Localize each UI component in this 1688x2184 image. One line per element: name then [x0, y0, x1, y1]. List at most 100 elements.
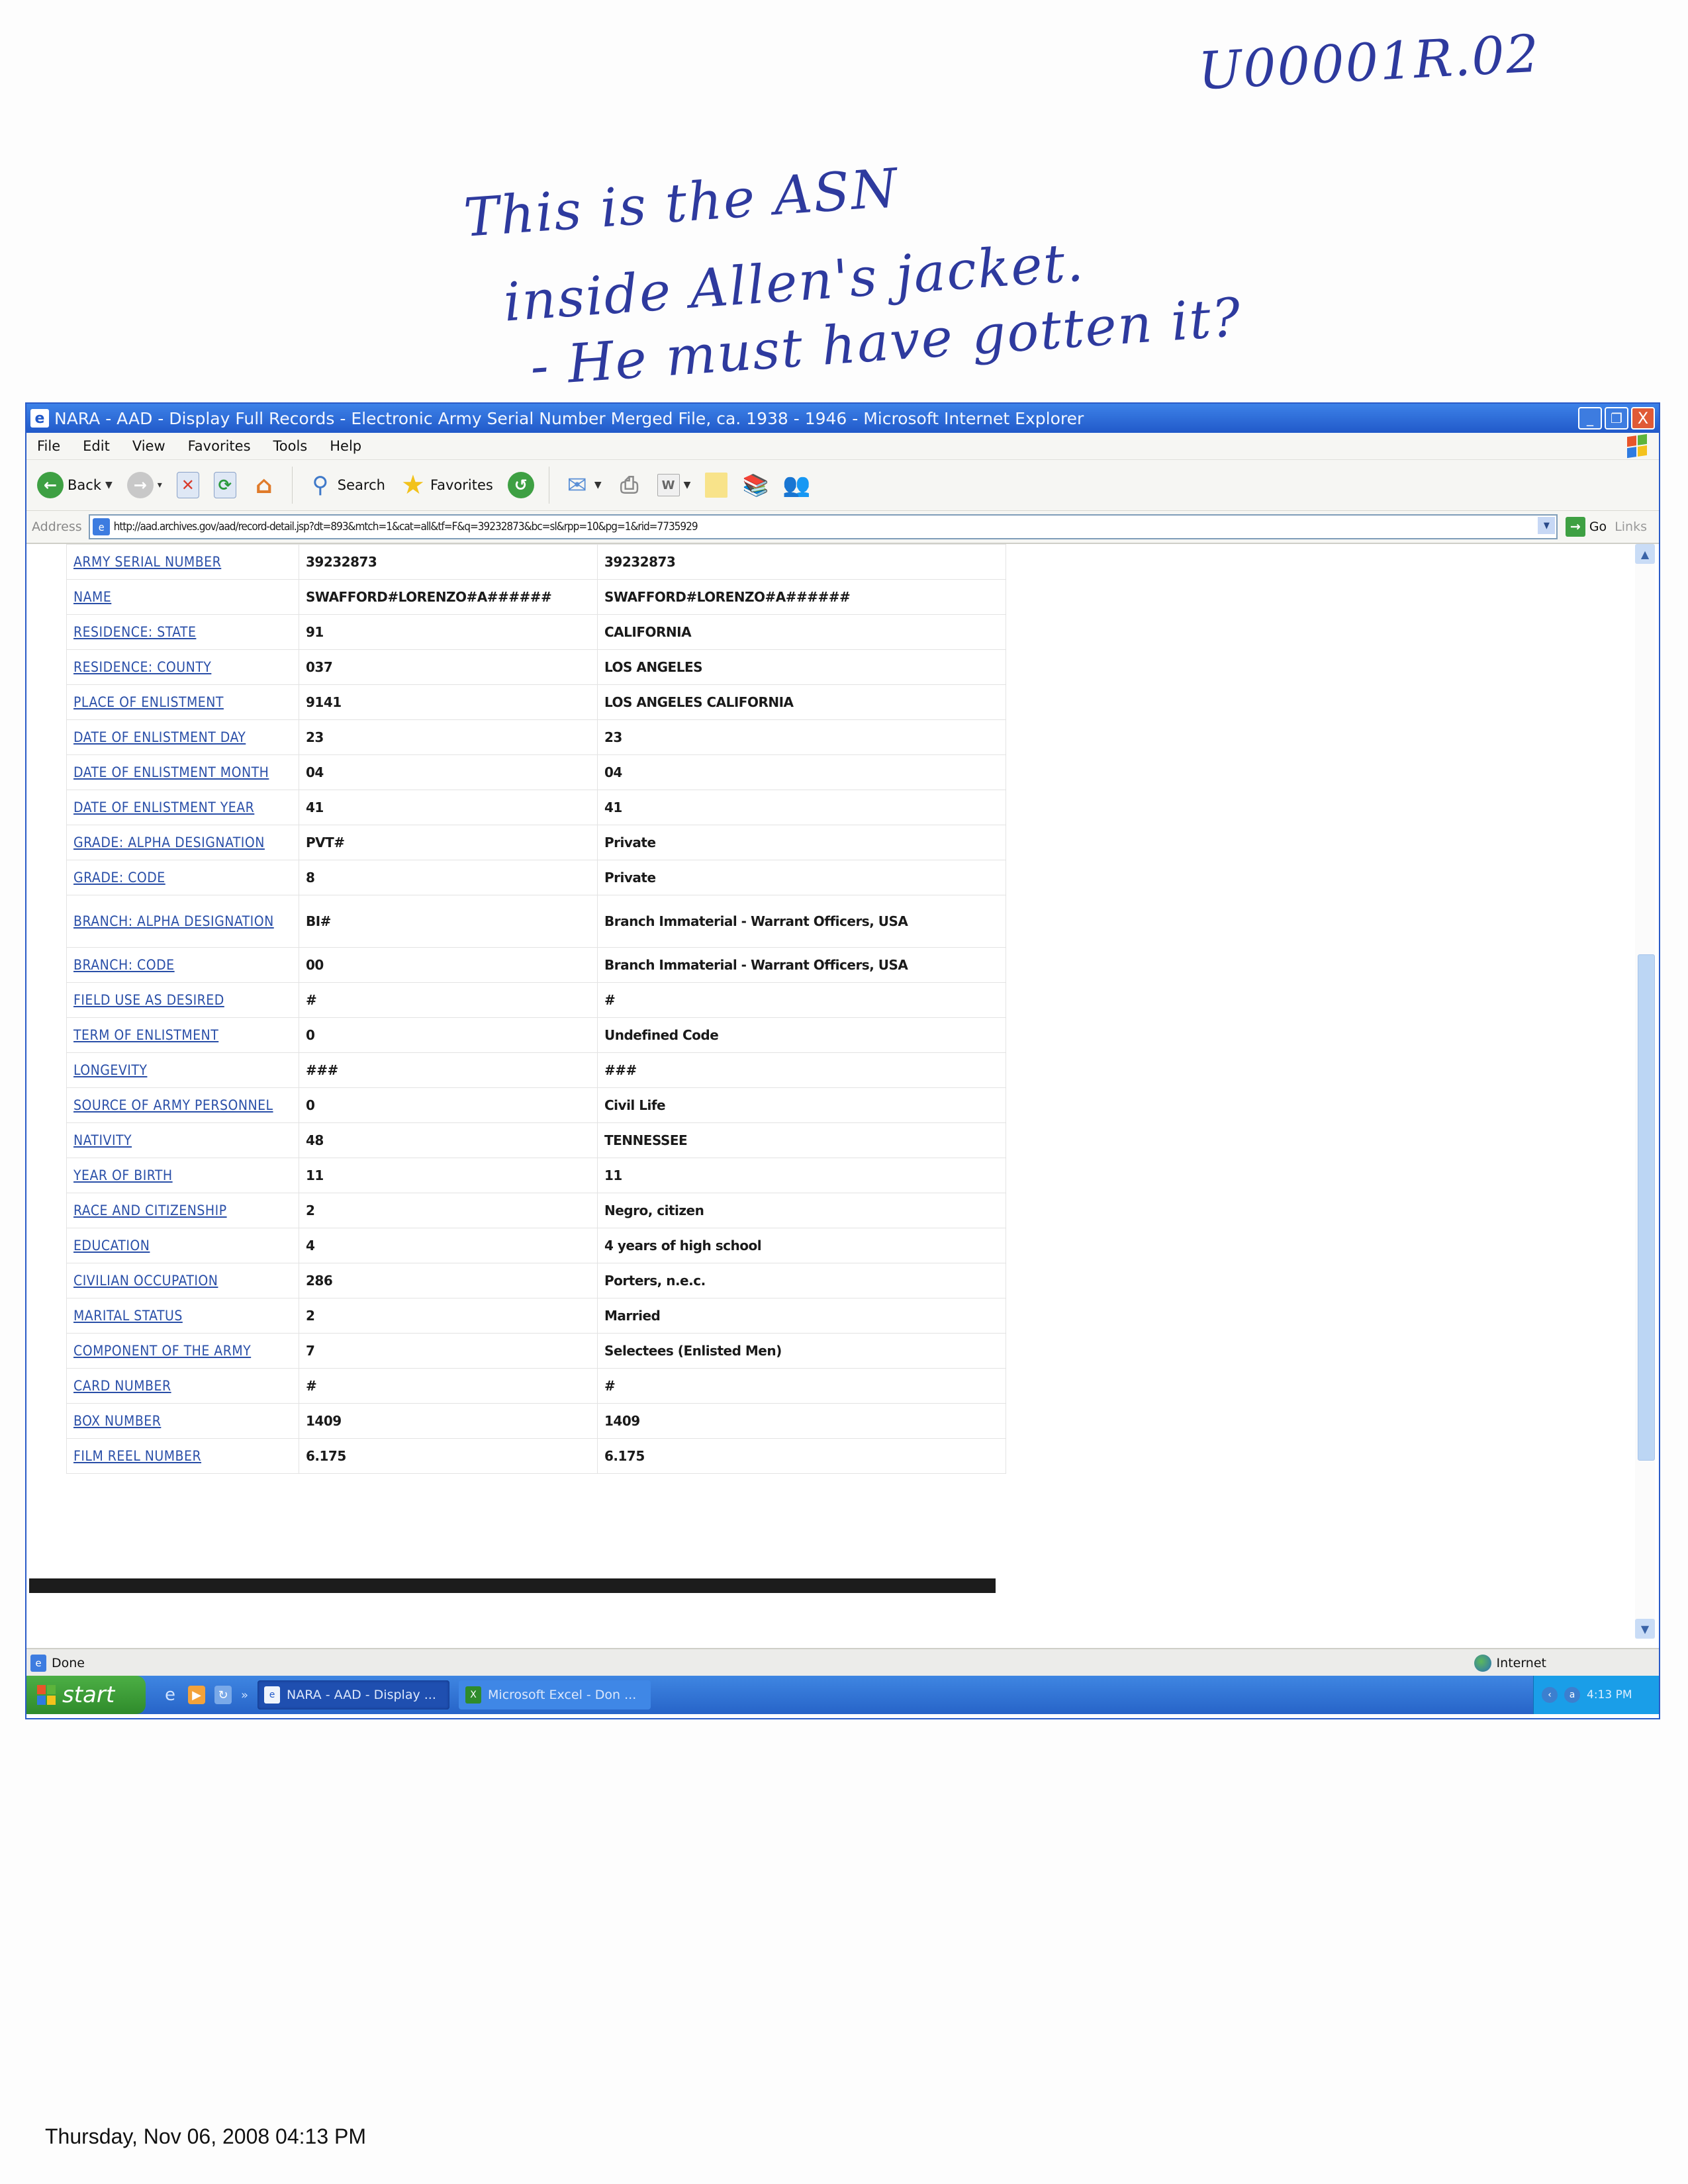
- code-value: PVT#: [306, 835, 345, 850]
- field-name-link[interactable]: NATIVITY: [73, 1132, 132, 1148]
- field-name-link[interactable]: GRADE: ALPHA DESIGNATION: [73, 835, 265, 850]
- ie-icon: e: [264, 1686, 281, 1704]
- scroll-down-button[interactable]: ▼: [1635, 1619, 1655, 1639]
- field-name-cell: SOURCE OF ARMY PERSONNEL: [66, 1087, 299, 1123]
- code-cell: ###: [299, 1052, 598, 1088]
- meaning-value: 39232873: [604, 554, 676, 570]
- field-name-link[interactable]: EDUCATION: [73, 1238, 150, 1253]
- field-name-cell: FIELD USE AS DESIRED: [66, 982, 299, 1018]
- tray-app-icon[interactable]: a: [1564, 1687, 1580, 1703]
- field-name-link[interactable]: FIELD USE AS DESIRED: [73, 992, 224, 1008]
- menu-tools[interactable]: Tools: [273, 438, 308, 454]
- field-name-link[interactable]: TERM OF ENLISTMENT: [73, 1027, 218, 1043]
- horizontal-scrollbar[interactable]: [29, 1578, 996, 1593]
- search-label: Search: [337, 477, 385, 493]
- field-name-link[interactable]: CIVILIAN OCCUPATION: [73, 1273, 218, 1289]
- code-value: 4: [306, 1238, 315, 1253]
- field-name-link[interactable]: DATE OF ENLISTMENT YEAR: [73, 799, 254, 815]
- field-name-cell: ARMY SERIAL NUMBER: [66, 544, 299, 580]
- field-name-link[interactable]: LONGEVITY: [73, 1062, 147, 1078]
- meaning-cell: Selectees (Enlisted Men): [597, 1333, 1006, 1369]
- code-cell: 4: [299, 1228, 598, 1263]
- code-value: 1409: [306, 1413, 342, 1429]
- field-name-link[interactable]: RESIDENCE: COUNTY: [73, 659, 211, 675]
- forward-dropdown-icon[interactable]: ▾: [158, 480, 162, 490]
- discuss-button[interactable]: [701, 473, 731, 498]
- field-name-link[interactable]: BRANCH: CODE: [73, 957, 175, 973]
- field-name-link[interactable]: MARITAL STATUS: [73, 1308, 183, 1324]
- field-name-link[interactable]: FILM REEL NUMBER: [73, 1448, 201, 1464]
- edit-page-icon: W: [657, 474, 680, 496]
- go-label: Go: [1589, 520, 1607, 534]
- field-name-link[interactable]: DATE OF ENLISTMENT DAY: [73, 729, 246, 745]
- print-button[interactable]: ⎙: [612, 472, 647, 498]
- links-button[interactable]: Links: [1615, 520, 1647, 534]
- field-name-link[interactable]: ARMY SERIAL NUMBER: [73, 554, 221, 570]
- forward-button[interactable]: → ▾: [123, 472, 166, 498]
- tray-expand-icon[interactable]: ‹: [1542, 1687, 1558, 1703]
- code-value: #: [306, 1378, 317, 1394]
- quicklaunch-more-icon[interactable]: »: [241, 1688, 248, 1702]
- field-name-link[interactable]: BRANCH: ALPHA DESIGNATION: [73, 913, 274, 929]
- field-name-link[interactable]: DATE OF ENLISTMENT MONTH: [73, 764, 269, 780]
- taskbar-item-ie[interactable]: e NARA - AAD - Display ...: [258, 1680, 450, 1709]
- field-name-link[interactable]: SOURCE OF ARMY PERSONNEL: [73, 1097, 273, 1113]
- field-name-link[interactable]: NAME: [73, 589, 111, 605]
- code-cell: #: [299, 1368, 598, 1404]
- meaning-cell: 1409: [597, 1403, 1006, 1439]
- meaning-value: 4 years of high school: [604, 1238, 762, 1253]
- address-dropdown-icon[interactable]: ▼: [1537, 517, 1555, 534]
- restore-button[interactable]: ❐: [1605, 407, 1628, 430]
- menu-help[interactable]: Help: [330, 438, 361, 454]
- field-name-cell: COMPONENT OF THE ARMY: [66, 1333, 299, 1369]
- edit-button[interactable]: W ▼: [653, 474, 695, 496]
- history-button[interactable]: ↺: [504, 472, 538, 498]
- field-name-link[interactable]: BOX NUMBER: [73, 1413, 161, 1429]
- mail-button[interactable]: ✉ ▼: [560, 472, 606, 499]
- menu-file[interactable]: File: [37, 438, 60, 454]
- messenger-button[interactable]: 👥: [779, 472, 814, 498]
- windows-logo-icon: [1627, 433, 1647, 459]
- research-button[interactable]: 📚: [738, 472, 773, 498]
- edit-dropdown-icon[interactable]: ▼: [684, 480, 691, 490]
- record-row: CARD NUMBER # #: [66, 1368, 1006, 1404]
- ie-quicklaunch-icon[interactable]: e: [162, 1685, 179, 1705]
- field-name-link[interactable]: GRADE: CODE: [73, 870, 165, 886]
- taskbar-item-excel[interactable]: X Microsoft Excel - Don ...: [459, 1680, 651, 1709]
- scrollbar-thumb[interactable]: [1638, 954, 1655, 1461]
- back-button[interactable]: ← Back ▼: [33, 472, 117, 498]
- field-name-link[interactable]: RESIDENCE: STATE: [73, 624, 196, 640]
- stop-button[interactable]: ✕: [173, 472, 203, 498]
- home-button[interactable]: ⌂: [247, 472, 281, 499]
- close-button[interactable]: X: [1631, 407, 1655, 430]
- refresh-button[interactable]: ⟳: [210, 472, 240, 498]
- globe-icon: [1474, 1655, 1491, 1672]
- search-button[interactable]: ⚲ Search: [303, 472, 389, 498]
- scroll-up-button[interactable]: ▲: [1635, 544, 1655, 564]
- menu-edit[interactable]: Edit: [83, 438, 110, 454]
- title-bar[interactable]: e NARA - AAD - Display Full Records - El…: [26, 404, 1659, 433]
- menu-view[interactable]: View: [132, 438, 165, 454]
- field-name-link[interactable]: COMPONENT OF THE ARMY: [73, 1343, 251, 1359]
- field-name-cell: RESIDENCE: COUNTY: [66, 649, 299, 685]
- favorites-button[interactable]: ★ Favorites: [396, 470, 497, 500]
- menu-favorites[interactable]: Favorites: [188, 438, 251, 454]
- meaning-value: CALIFORNIA: [604, 624, 692, 640]
- minimize-button[interactable]: _: [1578, 407, 1602, 430]
- go-button[interactable]: → Go: [1565, 517, 1607, 537]
- mail-dropdown-icon[interactable]: ▼: [594, 480, 602, 490]
- start-button[interactable]: start: [26, 1676, 146, 1714]
- ie-app-icon: e: [30, 409, 49, 428]
- field-name-link[interactable]: RACE AND CITIZENSHIP: [73, 1203, 227, 1218]
- field-name-link[interactable]: PLACE OF ENLISTMENT: [73, 694, 224, 710]
- media-player-icon[interactable]: ▶: [188, 1686, 205, 1704]
- vertical-scrollbar[interactable]: ▲ ▼: [1635, 544, 1655, 1639]
- meaning-cell: Porters, n.e.c.: [597, 1263, 1006, 1298]
- field-name-link[interactable]: CARD NUMBER: [73, 1378, 171, 1394]
- field-name-cell: NAME: [66, 579, 299, 615]
- taskbar-item-label: Microsoft Excel - Don ...: [488, 1688, 637, 1702]
- address-input[interactable]: e http://aad.archives.gov/aad/record-det…: [88, 514, 1558, 539]
- back-dropdown-icon[interactable]: ▼: [105, 480, 113, 490]
- field-name-link[interactable]: YEAR OF BIRTH: [73, 1167, 173, 1183]
- sync-icon[interactable]: ↻: [214, 1686, 232, 1704]
